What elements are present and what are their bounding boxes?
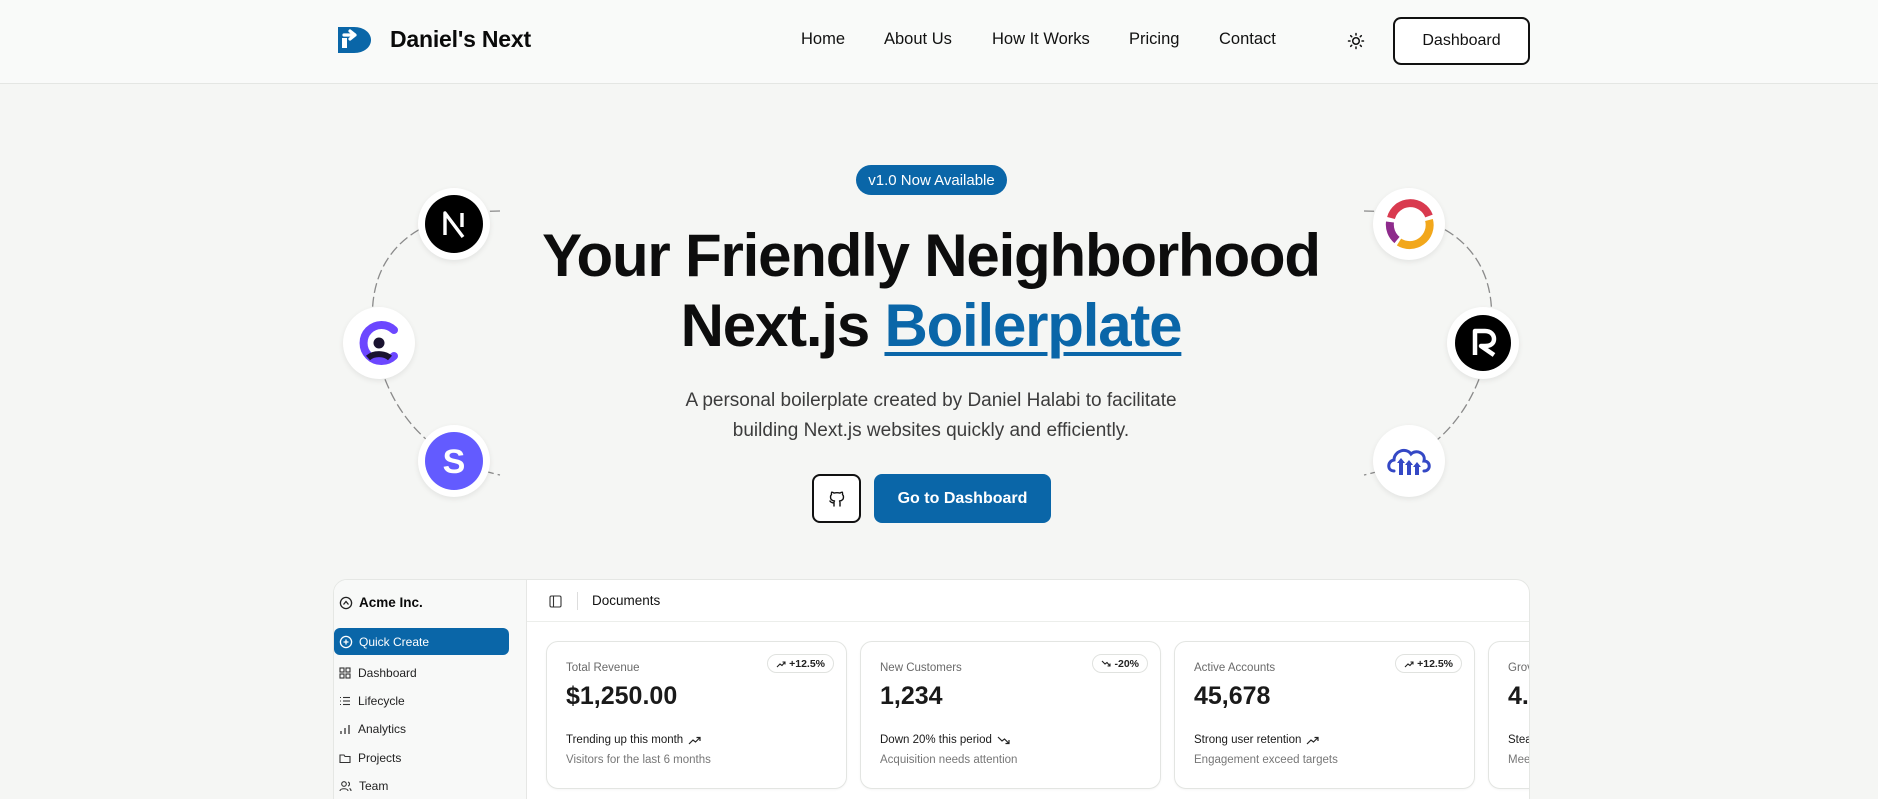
sidebar-item-label: Lifecycle <box>358 694 405 708</box>
sidebar-item-lifecycle[interactable]: Lifecycle <box>339 694 405 708</box>
card-label: Total Revenue <box>566 662 640 674</box>
trend-up-icon <box>776 660 786 667</box>
preview-main: Documents Total Revenue $1,250.00 +12.5%… <box>527 580 1529 799</box>
trend-chip: -20% <box>1092 654 1148 673</box>
dashboard-icon <box>339 667 351 679</box>
preview-topbar: Documents <box>527 580 1529 622</box>
users-icon <box>339 781 352 792</box>
card-footer-sub: Acquisition needs attention <box>880 754 1018 766</box>
trend-up-icon <box>1404 660 1414 667</box>
card-footer-title-text: Strong user retention <box>1194 734 1302 746</box>
card-footer-title: Strong user retention <box>1194 734 1320 746</box>
card-value: 1,234 <box>880 682 943 710</box>
sidebar-item-label: Team <box>359 779 389 793</box>
card-value: 45,678 <box>1194 682 1271 710</box>
metric-card-accounts: Active Accounts 45,678 +12.5% Strong use… <box>1174 641 1475 789</box>
card-footer-sub: Visitors for the last 6 months <box>566 754 711 766</box>
sidebar-item-label: Analytics <box>358 722 407 736</box>
sidebar-item-analytics[interactable]: Analytics <box>339 722 406 736</box>
org-name: Acme Inc. <box>359 595 423 610</box>
github-icon <box>828 491 844 507</box>
org-circle-icon <box>339 596 353 609</box>
hero-subtitle-line2: building Next.js websites quickly and ef… <box>732 420 1130 441</box>
theme-toggle-button[interactable] <box>1345 30 1367 52</box>
card-value: $1,250.00 <box>566 682 678 710</box>
sun-icon <box>1347 32 1365 50</box>
brand-name[interactable]: Daniel's Next <box>390 26 531 53</box>
svg-text:S: S <box>443 443 466 481</box>
github-button[interactable] <box>812 474 861 523</box>
trend-chip: +12.5% <box>1395 654 1462 673</box>
org-switcher[interactable]: Acme Inc. <box>339 595 423 610</box>
trend-down-icon <box>1102 660 1112 667</box>
hero-title-line2: Next.js Boilerplate <box>0 296 1862 356</box>
metric-card-customers: New Customers 1,234 -20% Down 20% this p… <box>860 641 1161 789</box>
trend-chip-value: +12.5% <box>1417 657 1453 670</box>
sidebar-item-dashboard[interactable]: Dashboard <box>339 666 417 680</box>
cloudinary-icon <box>1387 448 1431 475</box>
site-header: Daniel's Next Home About Us How It Works… <box>0 0 1878 84</box>
brand-logo-icon[interactable] <box>336 24 374 56</box>
card-footer-title-text: Trending up this month <box>566 734 684 746</box>
nav-about-us[interactable]: About Us <box>884 30 952 49</box>
sidebar-item-projects[interactable]: Projects <box>339 751 401 765</box>
trend-down-icon <box>997 736 1010 744</box>
plus-circle-icon <box>339 635 353 648</box>
version-badge: v1.0 Now Available <box>856 165 1007 195</box>
quick-create-button[interactable]: Quick Create <box>334 628 509 655</box>
list-icon <box>340 696 350 706</box>
card-footer-title-text: Stea <box>1508 734 1530 746</box>
card-footer-sub: Mee <box>1508 754 1530 766</box>
card-value: 4. <box>1508 682 1529 710</box>
sidebar-item-label: Projects <box>358 751 402 765</box>
sidebar-item-label: Dashboard <box>358 666 417 680</box>
card-footer-title-text: Down 20% this period <box>880 734 992 746</box>
trend-chip-value: +12.5% <box>789 657 825 670</box>
card-footer-title: Stea <box>1508 734 1530 746</box>
sidebar-item-team[interactable]: Team <box>339 779 388 793</box>
nav-pricing[interactable]: Pricing <box>1129 30 1179 49</box>
go-to-dashboard-button[interactable]: Go to Dashboard <box>874 474 1051 523</box>
nav-contact[interactable]: Contact <box>1219 30 1276 49</box>
nav-home[interactable]: Home <box>801 30 845 49</box>
nav-how-it-works[interactable]: How It Works <box>992 30 1090 49</box>
sidebar-toggle-icon[interactable] <box>549 595 562 608</box>
card-label: New Customers <box>880 662 962 674</box>
dashboard-button[interactable]: Dashboard <box>1393 17 1530 65</box>
quick-create-label: Quick Create <box>359 634 430 649</box>
card-footer-sub: Engagement exceed targets <box>1194 754 1338 766</box>
card-label: Grov <box>1508 662 1529 674</box>
trend-up-icon <box>1306 736 1320 744</box>
metric-card-revenue: Total Revenue $1,250.00 +12.5% Trending … <box>546 641 847 789</box>
card-footer-title: Down 20% this period <box>880 734 1010 746</box>
hero-title-line1: Your Friendly Neighborhood <box>542 222 1321 289</box>
card-footer-title: Trending up this month <box>566 734 701 746</box>
hero-title-accent: Boilerplate <box>884 292 1182 359</box>
topbar-divider <box>577 592 578 610</box>
hero-subtitle-line1: A personal boilerplate created by Daniel… <box>685 390 1177 411</box>
chart-icon <box>340 725 350 734</box>
breadcrumb-documents: Documents <box>592 593 661 608</box>
trend-chip-value: -20% <box>1114 657 1139 670</box>
trend-chip: +12.5% <box>767 654 834 673</box>
preview-sidebar: Acme Inc. Quick Create Dashboard Lifecyc… <box>334 580 527 799</box>
metric-card-growth: Grov 4. Stea Mee <box>1488 641 1530 789</box>
folder-icon <box>339 754 351 764</box>
hero-title-prefix: Next.js <box>680 292 871 359</box>
dashboard-preview: Acme Inc. Quick Create Dashboard Lifecyc… <box>333 579 1530 799</box>
card-label: Active Accounts <box>1194 662 1276 674</box>
trend-up-icon <box>688 736 701 744</box>
